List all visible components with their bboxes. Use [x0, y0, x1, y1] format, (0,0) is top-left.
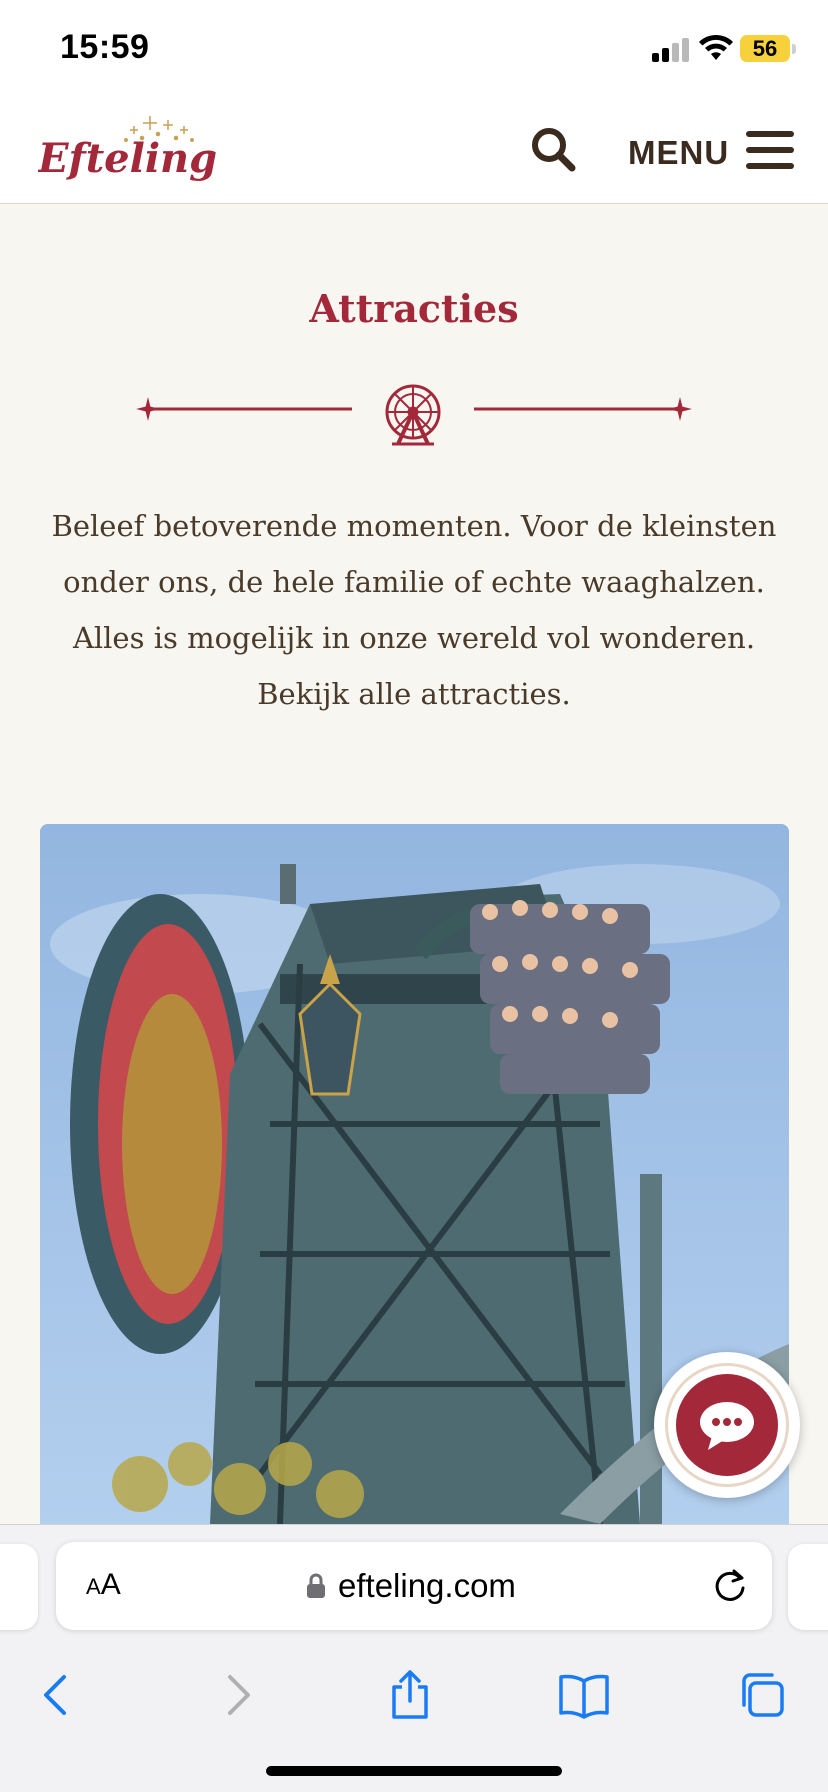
text-size-button[interactable]: AA	[86, 1568, 136, 1604]
reload-icon[interactable]	[710, 1566, 750, 1606]
lock-icon	[307, 1573, 325, 1598]
chat-button-inner	[676, 1374, 778, 1476]
menu-button[interactable]: MENU	[624, 120, 804, 180]
url-display[interactable]: efteling.com	[306, 1566, 516, 1606]
search-icon[interactable]	[526, 122, 582, 178]
text-size-small: A	[86, 1574, 101, 1599]
tabs-icon[interactable]	[734, 1667, 790, 1723]
browser-bottom-bar: AA efteling.com	[0, 1524, 828, 1792]
previous-tab-preview[interactable]	[0, 1544, 38, 1630]
home-indicator	[266, 1766, 562, 1776]
site-header: Efteling MENU	[0, 96, 828, 204]
intro-paragraph: Beleef betoverende momenten. Voor de kle…	[51, 509, 777, 711]
logo-text: Efteling	[38, 135, 217, 182]
battery-level: 56	[752, 36, 778, 61]
back-icon[interactable]	[30, 1667, 86, 1723]
battery-tip	[792, 44, 796, 54]
menu-label: MENU	[628, 134, 730, 171]
chat-button[interactable]	[654, 1352, 800, 1498]
status-time: 15:59	[60, 28, 150, 66]
browser-toolbar	[0, 1645, 828, 1745]
share-icon[interactable]	[382, 1667, 438, 1723]
next-tab-preview[interactable]	[788, 1544, 828, 1630]
hamburger-icon	[746, 129, 796, 171]
wifi-icon	[699, 34, 733, 60]
url-text: efteling.com	[338, 1567, 516, 1604]
ferris-wheel-icon	[385, 384, 441, 446]
battery-icon: 56	[740, 35, 790, 62]
address-bar[interactable]: AA efteling.com	[56, 1542, 772, 1630]
signal-icon	[652, 38, 690, 62]
bookmarks-icon[interactable]	[556, 1667, 612, 1723]
chat-bubble-icon	[700, 1402, 754, 1450]
text-size-big: A	[100, 1568, 121, 1601]
forward-icon[interactable]	[208, 1667, 264, 1723]
status-bar: 15:59 56	[0, 0, 828, 96]
efteling-logo[interactable]: Efteling	[38, 110, 234, 188]
page-title: Attracties	[309, 286, 519, 331]
section-divider	[136, 384, 692, 446]
